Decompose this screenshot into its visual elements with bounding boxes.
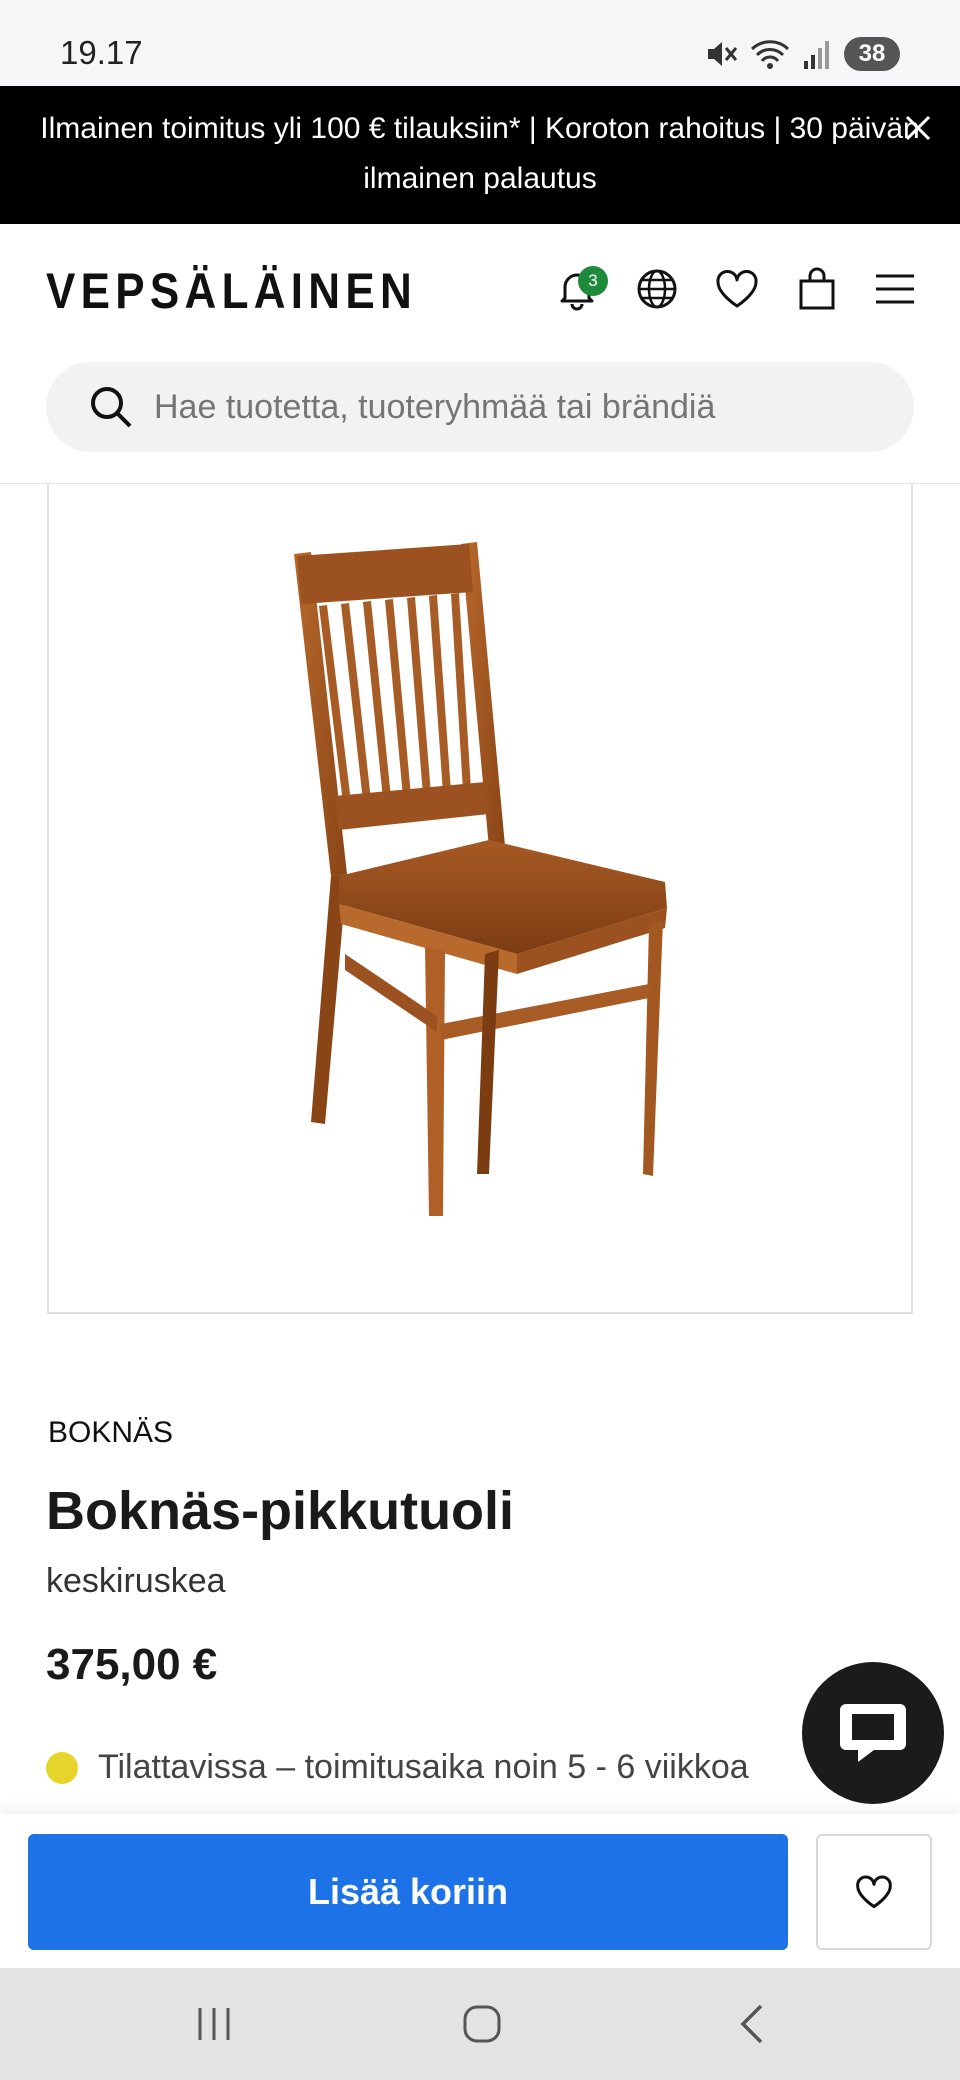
chat-button[interactable] [802, 1662, 944, 1804]
search-section [0, 350, 960, 484]
search-icon [86, 382, 136, 432]
back-icon[interactable] [722, 1996, 782, 2052]
purchase-bar: Lisää koriin [0, 1814, 960, 1968]
system-nav-bar [0, 1968, 960, 2080]
search-input[interactable] [154, 387, 894, 427]
heart-icon[interactable] [712, 264, 762, 314]
status-icons: 38 [704, 34, 900, 74]
recents-icon[interactable] [184, 1996, 244, 2052]
status-bar: 19.17 38 [0, 0, 960, 86]
shopping-bag-icon[interactable] [792, 264, 842, 314]
product-price: 375,00 € [46, 1640, 218, 1689]
availability-dot-icon [46, 1751, 78, 1784]
availability-status: Tilattavissa – toimitusaika noin 5 - 6 v… [46, 1748, 749, 1787]
add-to-cart-button[interactable]: Lisää koriin [28, 1834, 788, 1950]
battery-indicator: 38 [844, 37, 900, 71]
menu-icon[interactable] [870, 264, 920, 314]
promo-banner: Ilmainen toimitus yli 100 € tilauksiin* … [0, 86, 960, 224]
logo[interactable]: VEPSÄLÄINEN [46, 262, 417, 320]
chat-icon [840, 1704, 906, 1762]
status-time: 19.17 [60, 34, 143, 71]
wishlist-button[interactable] [816, 1834, 932, 1950]
heart-icon [856, 1875, 892, 1909]
product-image[interactable] [47, 484, 913, 1314]
site-header: VEPSÄLÄINEN 3 [0, 224, 960, 350]
globe-icon[interactable] [632, 264, 682, 314]
home-icon[interactable] [452, 1996, 512, 2052]
promo-text: Ilmainen toimitus yli 100 € tilauksiin* … [40, 112, 920, 195]
signal-icon [802, 37, 832, 71]
product-variant: keskiruskea [46, 1562, 226, 1600]
chair-illustration [294, 542, 667, 1216]
product-title: Boknäs-pikkutuoli [46, 1481, 515, 1541]
product-brand[interactable]: BOKNÄS [48, 1416, 173, 1450]
notification-badge: 3 [578, 266, 608, 296]
availability-text: Tilattavissa – toimitusaika noin 5 - 6 v… [98, 1748, 749, 1786]
wifi-icon [750, 37, 790, 71]
mute-icon [704, 37, 738, 71]
search-bar[interactable] [46, 362, 914, 452]
close-icon[interactable] [898, 108, 938, 148]
